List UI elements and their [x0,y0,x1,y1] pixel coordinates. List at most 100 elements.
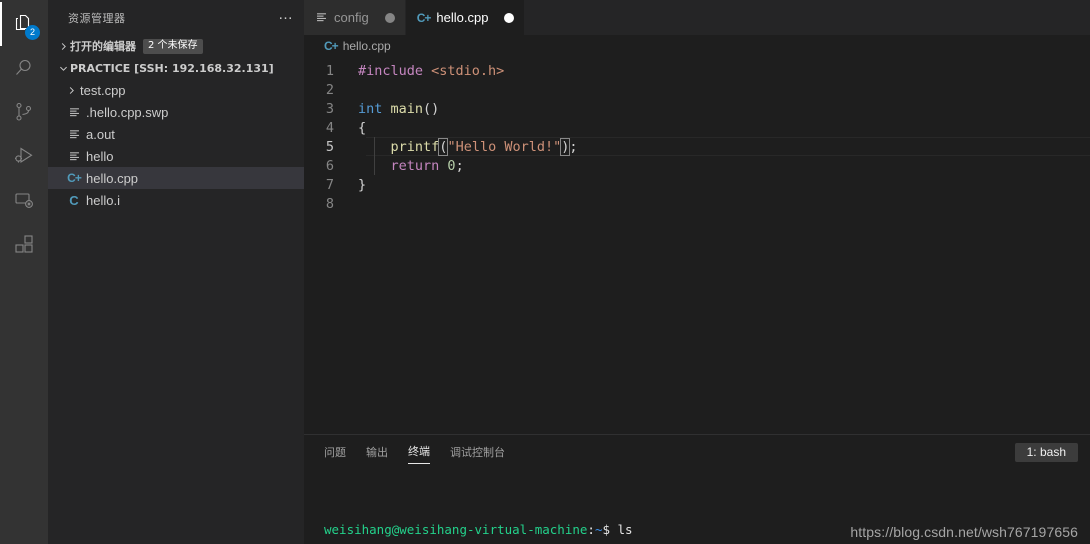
breadcrumb[interactable]: C+ hello.cpp [304,35,1090,57]
text-file-icon [315,11,328,24]
list-item[interactable]: .hello.cpp.swp [48,101,304,123]
line-number: 4 [325,119,334,136]
workspace-label: PRACTICE [SSH: 192.168.32.131] [70,61,274,75]
explorer-badge: 2 [25,25,40,40]
text-file-icon [64,106,84,119]
code-token: } [358,176,367,193]
activity-item-source-control[interactable] [0,90,48,134]
code-line: 8 [304,194,1090,213]
activity-item-explorer[interactable]: 2 [0,2,48,46]
terminal-segment: : [587,522,595,537]
tree-item-label: test.cpp [80,82,126,98]
line-number: 3 [325,100,334,117]
search-icon [12,56,36,80]
code-token: 0 [447,157,456,174]
code-editor[interactable]: 1 #include <stdio.h> 2 3 int main() 4 { … [304,57,1090,434]
line-number: 1 [325,62,334,79]
line-number: 8 [325,195,334,212]
line-number: 2 [325,81,334,98]
section-workspace-folder[interactable]: PRACTICE [SSH: 192.168.32.131] [48,57,304,79]
chevron-right-icon [56,41,70,52]
activity-item-run-and-debug[interactable] [0,134,48,178]
list-item[interactable]: a.out [48,123,304,145]
more-actions-icon[interactable]: … [278,7,294,26]
dirty-indicator-icon[interactable] [504,12,515,23]
editor-area: config C+ hello.cpp C+ hello.cpp 1 #incl… [304,0,1090,544]
line-number: 6 [325,157,334,174]
list-item-selected[interactable]: C+ hello.cpp [48,167,304,189]
activity-item-remote-explorer[interactable] [0,178,48,222]
list-item[interactable]: C hello.i [48,189,304,211]
code-text: int main() [350,101,439,117]
c-file-icon: C [69,192,79,208]
tree-item-label: hello [86,148,114,164]
code-token: printf [390,138,440,155]
code-line-current: 5 printf("Hello World!"); [304,137,1090,156]
code-line: 1 #include <stdio.h> [304,61,1090,80]
code-token: int [358,100,391,117]
cpp-file-icon: C+ [324,39,339,53]
source-control-icon [12,100,36,124]
code-token: () [423,100,440,117]
code-text: return 0; [350,158,464,174]
line-number: 5 [325,138,334,155]
dirty-indicator-icon[interactable] [384,12,395,23]
list-item[interactable]: hello [48,145,304,167]
unsaved-count-badge: 2 个未保存 [143,38,203,54]
sidebar: 资源管理器 … 打开的编辑器 2 个未保存 PRACTICE [SSH: 192… [48,0,304,544]
tree-item-label: hello.cpp [86,170,139,186]
code-token: "Hello World!" [447,138,562,155]
activity-bar: 2 [0,0,48,544]
remote-explorer-icon [12,188,36,212]
tab-hello-cpp[interactable]: C+ hello.cpp [405,0,526,35]
code-text: { [350,120,366,136]
activity-item-extensions[interactable] [0,222,48,266]
code-line: 6 return 0; [304,156,1090,175]
indent-guide [374,156,375,175]
activity-item-search[interactable] [0,46,48,90]
tab-terminal[interactable]: 终端 [408,441,430,464]
code-line: 3 int main() [304,99,1090,118]
tab-output[interactable]: 输出 [366,442,388,464]
text-file-icon [64,150,84,163]
editor-tab-bar: config C+ hello.cpp [304,0,1090,35]
code-token: #include [358,62,432,79]
terminal-selector-dropdown[interactable]: 1: bash [1014,443,1078,462]
breadcrumb-label: hello.cpp [342,39,391,53]
tree-item-label: hello.i [86,192,120,208]
code-text: } [350,177,366,193]
tree-item-label: .hello.cpp.swp [86,104,169,120]
section-open-editors[interactable]: 打开的编辑器 2 个未保存 [48,35,304,57]
watermark-url: https://blog.csdn.net/wsh767197656 [850,524,1078,540]
open-editors-label: 打开的编辑器 [70,40,136,53]
list-item[interactable]: test.cpp [48,79,304,101]
code-token: <stdio.h> [431,62,505,79]
page-title: 资源管理器 [68,11,126,25]
file-tree: test.cpp .hello.cpp.swp a.out hello C+ h… [48,79,304,211]
cpp-file-icon: C+ [67,171,82,185]
tab-debug-console[interactable]: 调试控制台 [450,442,505,464]
tab-problems[interactable]: 问题 [324,442,346,464]
chevron-down-icon [56,63,70,74]
code-text: printf("Hello World!"); [350,137,578,156]
code-token: return [390,157,448,174]
tree-item-label: a.out [86,126,115,142]
code-token: main [390,100,424,117]
panel-tab-bar: 问题 输出 终端 调试控制台 1: bash [304,435,1090,470]
code-token: ; [569,138,578,155]
tab-label: hello.cpp [436,10,489,25]
terminal-segment: weisihang@weisihang-virtual-machine [324,522,588,537]
run-debug-icon [12,144,36,168]
terminal-segment: $ ls [602,522,633,537]
indent-guide [374,137,375,156]
sidebar-title-bar: 资源管理器 … [48,0,304,35]
code-token: { [358,119,367,136]
vscode-window: 2 资源管理器 … 打开的编辑器 2 个未保存 PRACTICE [SSH: 1… [0,0,1090,544]
tab-label: config [334,10,369,25]
code-line: 2 [304,80,1090,99]
extensions-icon [12,232,36,256]
code-token: ; [455,157,464,174]
tab-config[interactable]: config [304,0,406,35]
text-file-icon [64,128,84,141]
code-line: 4 { [304,118,1090,137]
